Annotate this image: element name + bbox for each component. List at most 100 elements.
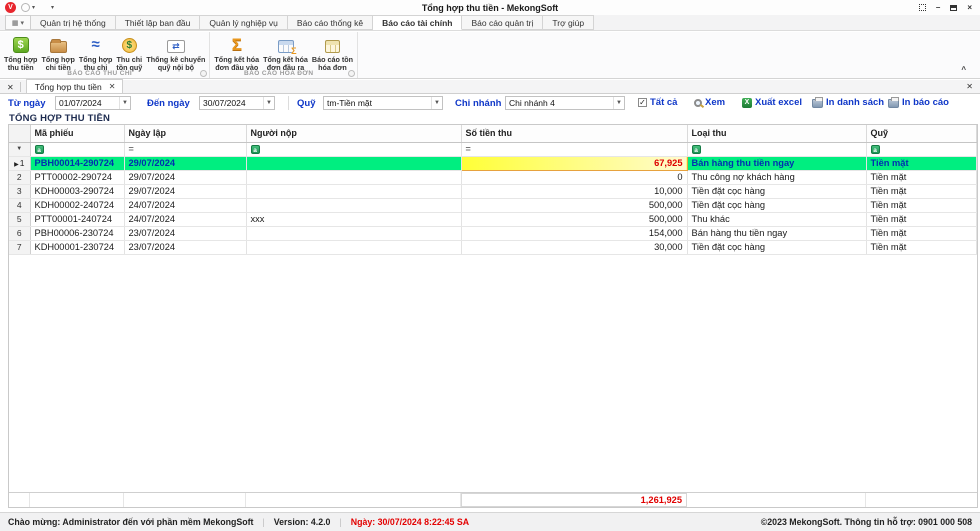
chevron-down-icon[interactable]: ▼ [613, 97, 624, 109]
cell-code[interactable]: PBH00014-290724 [30, 156, 124, 170]
table-row[interactable]: 2 PTT00002-290724 29/07/2024 0 Thu công … [9, 170, 977, 184]
cell-fund[interactable]: Tiền mặt [866, 198, 977, 212]
restore-icon[interactable] [950, 3, 957, 13]
close-icon[interactable]: × [967, 3, 972, 13]
cell-fund[interactable]: Tiền mặt [866, 240, 977, 254]
table-row[interactable]: ▶1 PBH00014-290724 29/07/2024 67,925 Bán… [9, 156, 977, 170]
chevron-down-icon[interactable]: ▼ [119, 97, 130, 109]
table-row[interactable]: 5 PTT00001-240724 24/07/2024 xxx 500,000… [9, 212, 977, 226]
cell-amount[interactable]: 500,000 [461, 212, 687, 226]
cell-code[interactable]: PTT00002-290724 [30, 170, 124, 184]
cell-payer[interactable] [246, 184, 461, 198]
to-date-input[interactable]: 30/07/2024▼ [199, 96, 275, 110]
branch-select[interactable]: Chi nhánh 4▼ [505, 96, 625, 110]
cell-date[interactable]: 29/07/2024 [124, 170, 246, 184]
cell-payer[interactable] [246, 170, 461, 184]
app-menu-button[interactable]: ▦▾ [5, 15, 31, 30]
close-all-tabs-icon[interactable]: ✕ [0, 83, 20, 93]
cell-code[interactable]: KDH00002-240724 [30, 198, 124, 212]
cell-fund[interactable]: Tiền mặt [866, 184, 977, 198]
chevron-down-icon[interactable]: ▾ [32, 4, 35, 11]
ribbon-item-tong-hop-chi-tien[interactable]: Tổng hợp chi tiền [39, 34, 76, 74]
tab-bao-cao-thong-ke[interactable]: Báo cáo thống kê [288, 15, 373, 30]
ribbon-item-thu-chi-ton-quy[interactable]: $ Thu chi tồn quỹ [114, 34, 144, 74]
table-row[interactable]: 3 KDH00003-290724 29/07/2024 10,000 Tiền… [9, 184, 977, 198]
col-so-tien-thu[interactable]: Số tiền thu [461, 125, 687, 142]
ribbon-item-tong-hop-thu-tien[interactable]: $ Tổng hợp thu tiền [2, 34, 39, 74]
cell-amount[interactable]: 67,925 [461, 156, 687, 170]
col-nguoi-nop[interactable]: Người nộp [246, 125, 461, 142]
ribbon-item-thong-ke-chuyen-quy[interactable]: ⇄ Thống kê chuyển quỹ nội bộ [144, 34, 207, 74]
cell-fund[interactable]: Tiền mặt [866, 156, 977, 170]
col-ma-phieu[interactable]: Mã phiếu [30, 125, 124, 142]
tab-thiet-lap-ban-dau[interactable]: Thiết lập ban đầu [116, 15, 201, 30]
col-quy[interactable]: Quỹ [866, 125, 977, 142]
group-dialog-launcher-icon[interactable] [200, 70, 207, 77]
cell-code[interactable]: KDH00003-290724 [30, 184, 124, 198]
fullscreen-icon[interactable] [919, 3, 926, 13]
ribbon-collapse-icon[interactable]: ^ [961, 65, 966, 74]
checkbox-checked-icon[interactable]: ✓ [638, 98, 647, 107]
cell-type[interactable]: Thu khác [687, 212, 866, 226]
filter-cell-quy[interactable]: a [866, 142, 977, 156]
cell-type[interactable]: Tiền đặt cọc hàng [687, 184, 866, 198]
cell-amount[interactable]: 10,000 [461, 184, 687, 198]
cell-amount[interactable]: 500,000 [461, 198, 687, 212]
cell-type[interactable]: Thu công nợ khách hàng [687, 170, 866, 184]
print-list-button[interactable]: In danh sách [812, 97, 884, 108]
cell-fund[interactable]: Tiền mặt [866, 170, 977, 184]
cell-type[interactable]: Tiền đặt cọc hàng [687, 198, 866, 212]
close-tab-icon[interactable]: ✕ [109, 82, 116, 91]
cell-amount[interactable]: 30,000 [461, 240, 687, 254]
table-row[interactable]: 7 KDH00001-230724 23/07/2024 30,000 Tiền… [9, 240, 977, 254]
cell-date[interactable]: 23/07/2024 [124, 226, 246, 240]
table-row[interactable]: 4 KDH00002-240724 24/07/2024 500,000 Tiề… [9, 198, 977, 212]
col-loai-thu[interactable]: Loại thu [687, 125, 866, 142]
ribbon-item-tong-ket-hd-dau-ra[interactable]: Σ Tổng kết hóa đơn đầu ra [261, 34, 310, 74]
minimize-icon[interactable]: – [936, 3, 940, 13]
from-date-input[interactable]: 01/07/2024▼ [55, 96, 131, 110]
cell-type[interactable]: Bán hàng thu tiền ngay [687, 226, 866, 240]
ribbon-item-tong-ket-hd-dau-vao[interactable]: Σ Tổng kết hóa đơn đầu vào [212, 34, 261, 74]
all-checkbox[interactable]: ✓ Tất cả [638, 97, 677, 108]
view-button[interactable]: Xem [694, 97, 725, 108]
doc-tab-tong-hop-thu-tien[interactable]: Tổng hợp thu tiền ✕ [26, 79, 124, 93]
cell-code[interactable]: PTT00001-240724 [30, 212, 124, 226]
cell-date[interactable]: 23/07/2024 [124, 240, 246, 254]
filter-cell-loai-thu[interactable]: a [687, 142, 866, 156]
filter-cell-nguoi-nop[interactable]: a [246, 142, 461, 156]
cell-payer[interactable] [246, 240, 461, 254]
cell-fund[interactable]: Tiền mặt [866, 212, 977, 226]
cell-amount[interactable]: 154,000 [461, 226, 687, 240]
ribbon-item-tong-hop-thu-chi[interactable]: ≈ Tổng hợp thu chi [77, 34, 114, 74]
tab-quan-ly-nghiep-vu[interactable]: Quản lý nghiệp vụ [200, 15, 288, 30]
tab-quan-tri-he-thong[interactable]: Quản trị hệ thống [31, 15, 116, 30]
quick-access-dropdown-icon[interactable]: ▾ [51, 4, 54, 11]
cell-type[interactable]: Bán hàng thu tiền ngay [687, 156, 866, 170]
cell-fund[interactable]: Tiền mặt [866, 226, 977, 240]
col-ngay-lap[interactable]: Ngày lập [124, 125, 246, 142]
fund-select[interactable]: tm-Tiền mặt▼ [323, 96, 443, 110]
filter-cell-ma-phieu[interactable]: a [30, 142, 124, 156]
cell-type[interactable]: Tiền đặt cọc hàng [687, 240, 866, 254]
cell-payer[interactable] [246, 156, 461, 170]
cell-date[interactable]: 24/07/2024 [124, 198, 246, 212]
cell-date[interactable]: 24/07/2024 [124, 212, 246, 226]
ribbon-item-bao-cao-ton-hoa-don[interactable]: Báo cáo tồn hóa đơn [310, 34, 355, 74]
table-row[interactable]: 6 PBH00006-230724 23/07/2024 154,000 Bán… [9, 226, 977, 240]
close-document-icon[interactable]: ✕ [966, 82, 973, 93]
tab-tro-giup[interactable]: Trợ giúp [543, 15, 594, 30]
group-dialog-launcher-icon[interactable] [348, 70, 355, 77]
tab-bao-cao-quan-tri[interactable]: Báo cáo quản trị [462, 15, 543, 30]
cell-code[interactable]: KDH00001-230724 [30, 240, 124, 254]
filter-cell-ngay-lap[interactable]: = [124, 142, 246, 156]
filter-cell-so-tien-thu[interactable]: = [461, 142, 687, 156]
chevron-down-icon[interactable]: ▼ [263, 97, 274, 109]
tab-bao-cao-tai-chinh[interactable]: Báo cáo tài chính [373, 15, 462, 30]
quick-access-icon[interactable] [21, 3, 30, 12]
cell-date[interactable]: 29/07/2024 [124, 156, 246, 170]
print-report-button[interactable]: In báo cáo [888, 97, 949, 108]
cell-payer[interactable] [246, 198, 461, 212]
cell-code[interactable]: PBH00006-230724 [30, 226, 124, 240]
cell-payer[interactable]: xxx [246, 212, 461, 226]
